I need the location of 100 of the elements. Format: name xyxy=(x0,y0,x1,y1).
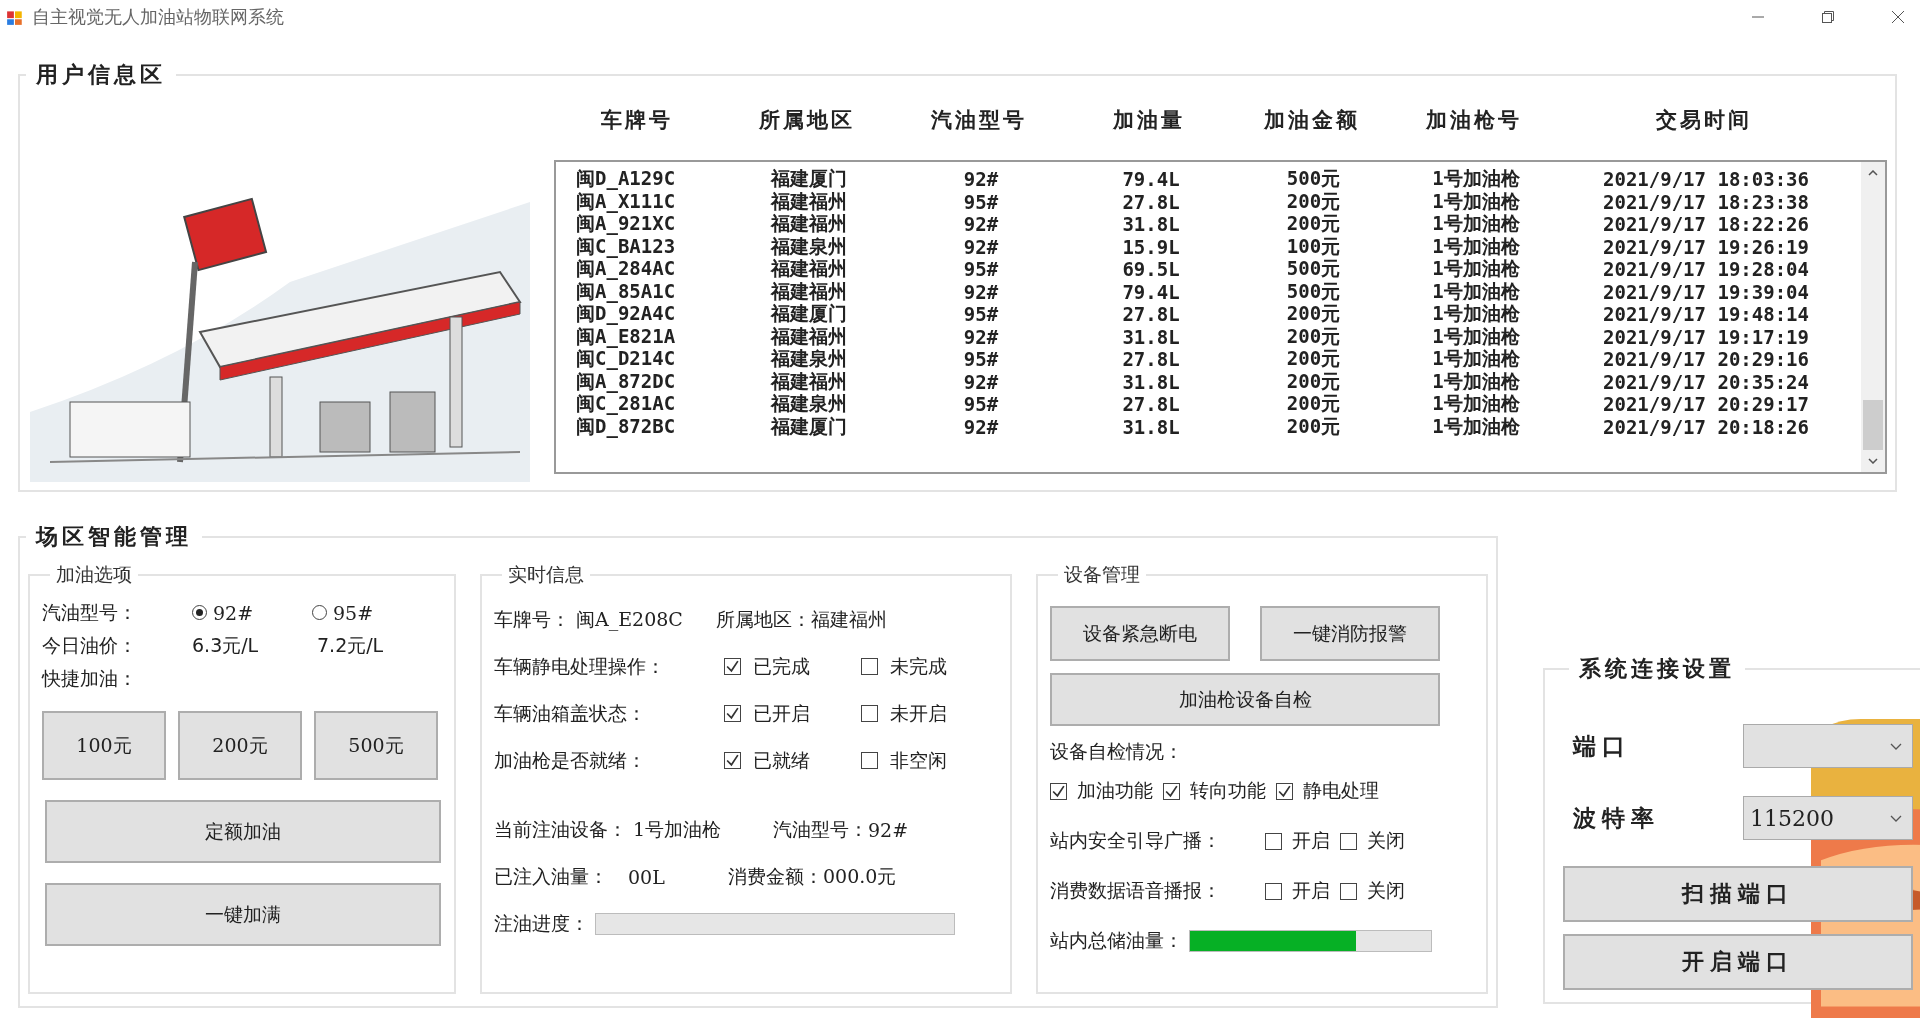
check-icon xyxy=(1277,783,1292,799)
table-cell-text: 92# xyxy=(962,415,1000,438)
self-test-checkbox[interactable]: 转向功能 xyxy=(1163,778,1266,804)
table-cell-text: 200元 xyxy=(1285,323,1342,349)
table-cell-text: 闽D_92A4C xyxy=(575,302,677,327)
table-cell-text: 1号加油枪 xyxy=(1431,188,1521,214)
table-cell-text: 95# xyxy=(962,393,1000,415)
status-checkbox[interactable]: 已就绪 xyxy=(724,747,861,774)
record-list[interactable] xyxy=(554,160,1887,474)
status-checkbox[interactable]: 已开启 xyxy=(724,700,861,727)
table-cell-text: 27.8L xyxy=(1121,393,1181,415)
column-header: 交易时间 xyxy=(1655,106,1753,134)
table-cell-text: 2021/9/17 19:17:19 xyxy=(1602,325,1810,348)
table-cell-text: 27.8L xyxy=(1121,303,1181,325)
table-cell-text: 92# xyxy=(962,325,1000,348)
table-cell-text: 92# xyxy=(962,235,1000,258)
cost-label: 消费金额： xyxy=(728,863,823,889)
table-cell-text: 1号加油枪 xyxy=(1431,323,1521,349)
table-cell-text: 92# xyxy=(962,168,1000,190)
device-label: 当前注油设备： xyxy=(494,816,627,842)
fuel-type-radio[interactable]: 95# xyxy=(312,601,432,624)
table-cell-text: 95# xyxy=(962,258,1000,280)
table-cell-text: 200元 xyxy=(1285,368,1342,394)
switch-checkbox[interactable]: 开启 xyxy=(1265,828,1330,854)
price-value: 6.3元/L xyxy=(192,632,260,658)
amount-button[interactable]: 500元 xyxy=(314,711,438,780)
region-label: 所属地区： xyxy=(716,606,811,632)
quick-fuel-label: 快捷加油： xyxy=(42,665,137,691)
table-cell-text: 2021/9/17 19:48:14 xyxy=(1602,303,1810,325)
table-cell-text: 1号加油枪 xyxy=(1431,391,1521,416)
scroll-up-icon[interactable] xyxy=(1868,170,1878,176)
port-button[interactable]: 扫描端口 xyxy=(1563,866,1913,922)
table-cell-text: 79.4L xyxy=(1121,280,1181,303)
table-cell-text: 福建厦门 xyxy=(769,166,848,191)
table-cell-text: 200元 xyxy=(1285,346,1342,371)
self-test-checkbox[interactable]: 加油功能 xyxy=(1050,778,1153,804)
group-title: 加油选项 xyxy=(55,562,133,587)
table-cell-text: 31.8L xyxy=(1121,415,1181,438)
baud-rate-label: 波特率 xyxy=(1572,802,1660,833)
table-cell-text: 1号加油枪 xyxy=(1431,256,1521,281)
switch-checkbox[interactable]: 开启 xyxy=(1265,878,1330,904)
region-value: 福建福州 xyxy=(811,606,887,632)
port-button[interactable]: 开启端口 xyxy=(1563,934,1913,990)
table-cell-text: 闽A_284AC xyxy=(575,257,677,282)
port-label: 端口 xyxy=(1571,730,1631,761)
table-cell-text: 79.4L xyxy=(1121,168,1181,190)
table-cell-text: 2021/9/17 20:29:16 xyxy=(1602,348,1810,370)
amount-button[interactable]: 100元 xyxy=(42,711,166,780)
table-cell-text: 2021/9/17 18:23:38 xyxy=(1602,190,1810,213)
self-test-checkbox[interactable]: 静电处理 xyxy=(1276,778,1379,804)
check-icon xyxy=(1051,783,1066,799)
status-checkbox[interactable]: 非空闲 xyxy=(861,747,998,774)
close-icon[interactable] xyxy=(1892,11,1904,23)
table-cell-text: 2021/9/17 20:18:26 xyxy=(1602,415,1810,438)
table-cell-text: 2021/9/17 20:35:24 xyxy=(1602,370,1810,393)
storage-label: 站内总储油量： xyxy=(1050,928,1183,953)
device-button[interactable]: 一键消防报警 xyxy=(1260,606,1440,661)
table-cell-text: 闽C_D214C xyxy=(575,347,677,372)
table-cell-text: 31.8L xyxy=(1121,213,1181,235)
amount-button[interactable]: 200元 xyxy=(178,711,302,780)
switch-checkbox[interactable]: 关闭 xyxy=(1340,878,1405,904)
group-title: 场区智能管理 xyxy=(34,522,193,551)
table-cell-text: 福建泉州 xyxy=(769,346,848,371)
fuel-action-button[interactable]: 一键加满 xyxy=(45,883,441,946)
table-cell-text: 2021/9/17 18:22:26 xyxy=(1602,213,1810,235)
column-header: 加油金额 xyxy=(1262,106,1361,134)
table-cell-text: 15.9L xyxy=(1121,235,1181,258)
baud-rate-dropdown[interactable]: 115200 xyxy=(1743,796,1913,840)
table-cell-text: 闽C_281AC xyxy=(575,392,677,417)
self-test-button[interactable]: 加油枪设备自检 xyxy=(1050,673,1440,726)
group-title: 实时信息 xyxy=(507,562,585,587)
device-value: 1号加油枪 xyxy=(633,816,723,842)
check-icon xyxy=(725,706,740,721)
fuel-type-label: 汽油型号： xyxy=(773,816,868,842)
price-label: 今日油价： xyxy=(42,632,138,658)
table-cell-text: 闽A_921XC xyxy=(575,212,677,237)
fuel-action-button[interactable]: 定额加油 xyxy=(45,800,441,863)
scrollbar[interactable] xyxy=(1861,162,1885,472)
scroll-down-icon[interactable] xyxy=(1868,458,1878,464)
table-cell-text: 闽A_E821A xyxy=(575,324,677,349)
scroll-thumb[interactable] xyxy=(1863,400,1883,450)
column-header: 车牌号 xyxy=(599,106,674,134)
table-cell-text: 500元 xyxy=(1285,256,1342,281)
status-label: 加油枪是否就绪： xyxy=(494,747,647,773)
volume-label: 已注入油量： xyxy=(494,863,608,889)
column-header: 加油量 xyxy=(1112,106,1186,134)
fuel-type-radio[interactable]: 92# xyxy=(192,601,312,624)
table-cell-text: 95# xyxy=(962,190,1000,213)
table-cell-text: 1号加油枪 xyxy=(1431,278,1521,304)
restore-icon[interactable] xyxy=(1822,11,1834,23)
switch-checkbox[interactable]: 关闭 xyxy=(1340,828,1405,854)
device-button[interactable]: 设备紧急断电 xyxy=(1050,606,1230,661)
status-label: 车辆油箱盖状态： xyxy=(494,700,647,726)
column-header: 汽油型号 xyxy=(930,106,1028,134)
table-cell-text: 2021/9/17 20:29:17 xyxy=(1602,393,1810,415)
table-cell-text: 200元 xyxy=(1285,301,1342,326)
status-checkbox[interactable]: 未开启 xyxy=(861,700,998,727)
switch-label: 站内安全引导广播： xyxy=(1050,828,1222,853)
status-checkbox[interactable]: 未完成 xyxy=(861,653,998,680)
status-checkbox[interactable]: 已完成 xyxy=(724,653,861,680)
